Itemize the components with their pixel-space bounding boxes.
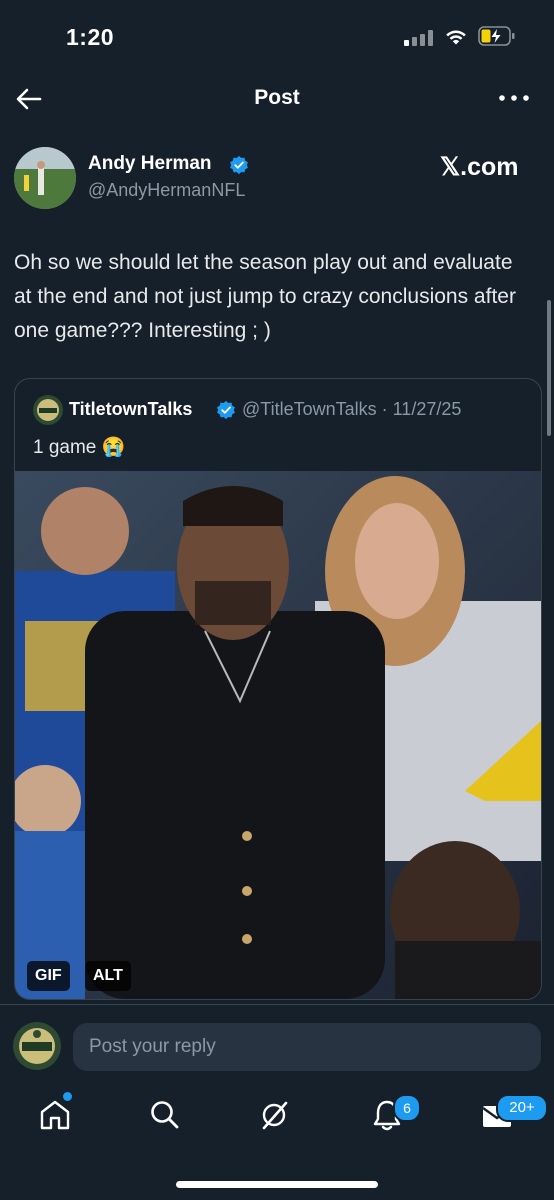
scrollbar[interactable] [547,300,551,436]
gif-badge: GIF [27,961,70,991]
author-name[interactable]: Andy Herman [88,153,212,175]
divider [0,1004,554,1005]
quote-text: 1 game 😭 [33,437,126,458]
notifications-count-badge: 6 [393,1094,421,1122]
gif-image [15,471,541,999]
titletown-logo [33,395,63,425]
battery-icon [478,26,515,46]
quote-author-avatar[interactable] [33,395,63,425]
more-options-icon[interactable] [498,90,530,106]
verified-badge-icon [217,400,235,420]
source-label: 𝕏.com [440,153,519,181]
cellular-signal-icon [404,30,434,46]
grok-icon[interactable] [258,1098,292,1132]
alt-text-badge[interactable]: ALT [85,961,131,991]
author-avatar-photo [14,147,76,209]
home-icon[interactable] [38,1098,72,1132]
author-avatar[interactable] [14,147,76,209]
wifi-icon [446,30,466,45]
titletown-logo [13,1022,61,1070]
verified-badge-icon [230,155,248,175]
quote-gif-media[interactable] [15,471,541,999]
home-indicator[interactable] [176,1181,378,1188]
author-handle[interactable]: @AndyHermanNFL [88,180,245,201]
status-time: 1:20 [66,24,115,50]
quote-author-name[interactable]: TitletownTalks [69,399,192,420]
home-unread-dot [63,1092,72,1101]
quote-meta: @TitleTownTalks · 11/27/25 [242,399,462,419]
messages-count-badge: 20+ [496,1094,548,1122]
post-text: Oh so we should let the season play out … [14,251,516,342]
search-icon[interactable] [148,1098,182,1132]
current-user-avatar[interactable] [13,1022,61,1070]
quoted-post[interactable]: TitletownTalks @TitleTownTalks · 11/27/2… [14,378,542,1000]
page-title: Post [254,86,300,109]
reply-input[interactable] [73,1023,541,1071]
